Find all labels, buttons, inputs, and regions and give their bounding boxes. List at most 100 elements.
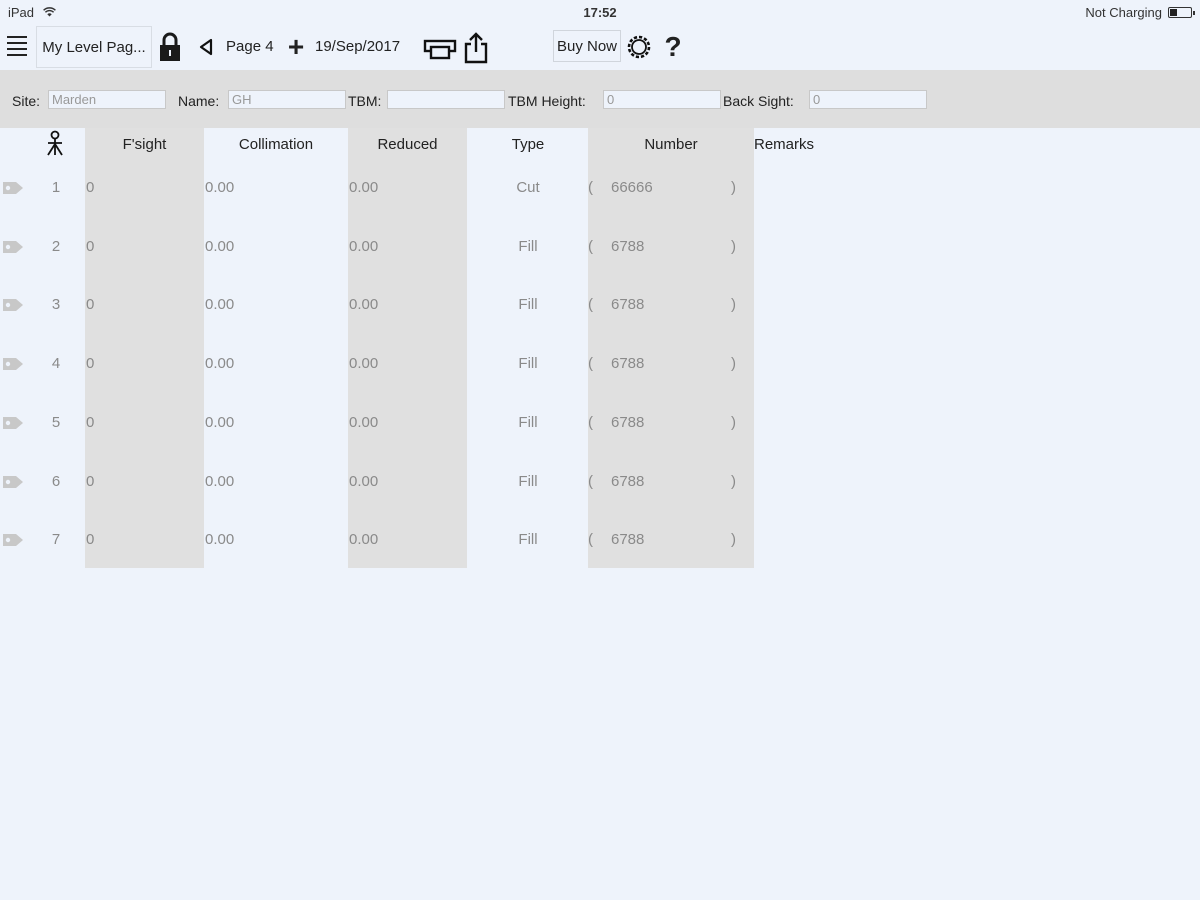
tag-icon[interactable] — [2, 532, 24, 548]
table-row[interactable]: 6 0 0.00 0.00 Fill(6788) — [0, 472, 1200, 530]
battery-level — [1170, 9, 1177, 16]
reduced-cell[interactable]: 0.00 — [349, 530, 429, 550]
fsight-cell[interactable]: 0 — [86, 237, 126, 257]
back-sight-label: Back Sight: — [723, 93, 794, 109]
name-label: Name: — [178, 93, 220, 109]
row-index: 4 — [51, 355, 61, 373]
site-input[interactable]: Marden — [48, 90, 166, 109]
collimation-cell[interactable]: 0.00 — [205, 472, 285, 492]
fsight-cell[interactable]: 0 — [86, 295, 126, 315]
number-cell[interactable]: 6788 — [611, 237, 701, 257]
tbm-input[interactable] — [387, 90, 505, 109]
document-title-button[interactable]: My Level Pag... — [36, 26, 152, 68]
menu-icon[interactable] — [6, 36, 28, 56]
number-close-paren: ) — [731, 413, 736, 431]
fsight-cell[interactable]: 0 — [86, 413, 126, 433]
tag-icon[interactable] — [2, 415, 24, 431]
header-fsight: F'sight — [122, 136, 167, 153]
toolbar: My Level Pag... Page 4 + 19/Sep/2017 Buy… — [0, 24, 1200, 70]
fsight-cell[interactable]: 0 — [86, 472, 126, 492]
reduced-cell[interactable]: 0.00 — [349, 472, 429, 492]
number-cell[interactable]: 6788 — [611, 295, 701, 315]
number-close-paren: ) — [731, 296, 736, 314]
header-type: Type — [511, 136, 545, 153]
number-cell[interactable]: 6788 — [611, 472, 701, 492]
table-row[interactable]: 4 0 0.00 0.00 Fill(6788) — [0, 354, 1200, 412]
number-cell[interactable]: 6788 — [611, 354, 701, 374]
collimation-cell[interactable]: 0.00 — [205, 237, 285, 257]
fsight-cell[interactable]: 0 — [86, 178, 126, 198]
reduced-cell[interactable]: 0.00 — [349, 413, 429, 433]
help-button[interactable]: ? — [660, 30, 686, 64]
triangle-left-icon[interactable] — [196, 36, 216, 58]
number-open-paren: ( — [588, 179, 593, 196]
type-cell[interactable]: Fill — [468, 354, 588, 374]
tag-icon[interactable] — [2, 180, 24, 196]
lock-icon[interactable] — [158, 32, 182, 62]
number-close-paren: ) — [731, 472, 736, 490]
number-open-paren: ( — [588, 296, 593, 314]
fsight-cell[interactable]: 0 — [86, 530, 126, 550]
collimation-cell[interactable]: 0.00 — [205, 178, 285, 198]
number-close-paren: ) — [731, 355, 736, 373]
number-close-paren: ) — [731, 531, 736, 549]
name-input[interactable]: GH — [228, 90, 346, 109]
number-close-paren: ) — [731, 179, 736, 196]
tag-icon[interactable] — [2, 297, 24, 313]
add-page-button[interactable]: + — [285, 31, 307, 62]
number-open-paren: ( — [588, 413, 593, 431]
buy-now-button[interactable]: Buy Now — [553, 30, 621, 62]
date-label[interactable]: 19/Sep/2017 — [315, 38, 400, 55]
survey-header-fields: Site: Marden Name: GH TBM: TBM Height: 0… — [0, 70, 1200, 128]
table-row[interactable]: 2 0 0.00 0.00 Fill(6788) — [0, 237, 1200, 295]
row-index: 1 — [51, 179, 61, 196]
type-cell[interactable]: Fill — [468, 530, 588, 550]
collimation-cell[interactable]: 0.00 — [205, 530, 285, 550]
reduced-cell[interactable]: 0.00 — [349, 178, 429, 198]
reduced-cell[interactable]: 0.00 — [349, 354, 429, 374]
tbm-label: TBM: — [348, 93, 382, 109]
row-index: 7 — [51, 531, 61, 549]
number-open-paren: ( — [588, 531, 593, 549]
type-cell[interactable]: Fill — [468, 295, 588, 315]
fsight-cell[interactable]: 0 — [86, 354, 126, 374]
site-label: Site: — [12, 93, 41, 109]
type-cell[interactable]: Fill — [468, 413, 588, 433]
tag-icon[interactable] — [2, 474, 24, 490]
gear-icon[interactable] — [626, 34, 652, 60]
table-row[interactable]: 3 0 0.00 0.00 Fill(6788) — [0, 295, 1200, 353]
battery-icon — [1168, 7, 1195, 18]
share-icon[interactable] — [462, 32, 490, 64]
number-cell[interactable]: 66666 — [611, 178, 701, 198]
collimation-cell[interactable]: 0.00 — [205, 354, 285, 374]
number-open-paren: ( — [588, 237, 593, 255]
tbm-height-input[interactable]: 0 — [603, 90, 721, 109]
tag-icon[interactable] — [2, 239, 24, 255]
type-cell[interactable]: Cut — [468, 178, 588, 198]
number-cell[interactable]: 6788 — [611, 413, 701, 433]
tag-icon[interactable] — [2, 356, 24, 372]
reduced-cell[interactable]: 0.00 — [349, 237, 429, 257]
reduced-cell[interactable]: 0.00 — [349, 295, 429, 315]
status-time: 17:52 — [583, 5, 617, 20]
collimation-cell[interactable]: 0.00 — [205, 413, 285, 433]
row-index: 3 — [51, 296, 61, 314]
header-collimation: Collimation — [238, 136, 314, 153]
table-row[interactable]: 5 0 0.00 0.00 Fill(6788) — [0, 413, 1200, 471]
status-battery: Not Charging — [1085, 5, 1195, 20]
charging-label: Not Charging — [1085, 5, 1162, 20]
collimation-cell[interactable]: 0.00 — [205, 295, 285, 315]
number-cell[interactable]: 6788 — [611, 530, 701, 550]
page-label: Page 4 — [226, 38, 274, 55]
row-index: 5 — [51, 413, 61, 431]
back-sight-input[interactable]: 0 — [809, 90, 927, 109]
status-bar: iPad 17:52 Not Charging — [0, 0, 1200, 24]
number-close-paren: ) — [731, 237, 736, 255]
type-cell[interactable]: Fill — [468, 237, 588, 257]
table-row[interactable]: 1 0 0.00 0.00 Cut(66666) — [0, 178, 1200, 236]
header-remarks: Remarks — [754, 136, 815, 153]
table-row[interactable]: 7 0 0.00 0.00 Fill(6788) — [0, 530, 1200, 588]
type-cell[interactable]: Fill — [468, 472, 588, 492]
print-icon[interactable] — [423, 36, 457, 60]
level-staff-icon — [44, 130, 66, 156]
